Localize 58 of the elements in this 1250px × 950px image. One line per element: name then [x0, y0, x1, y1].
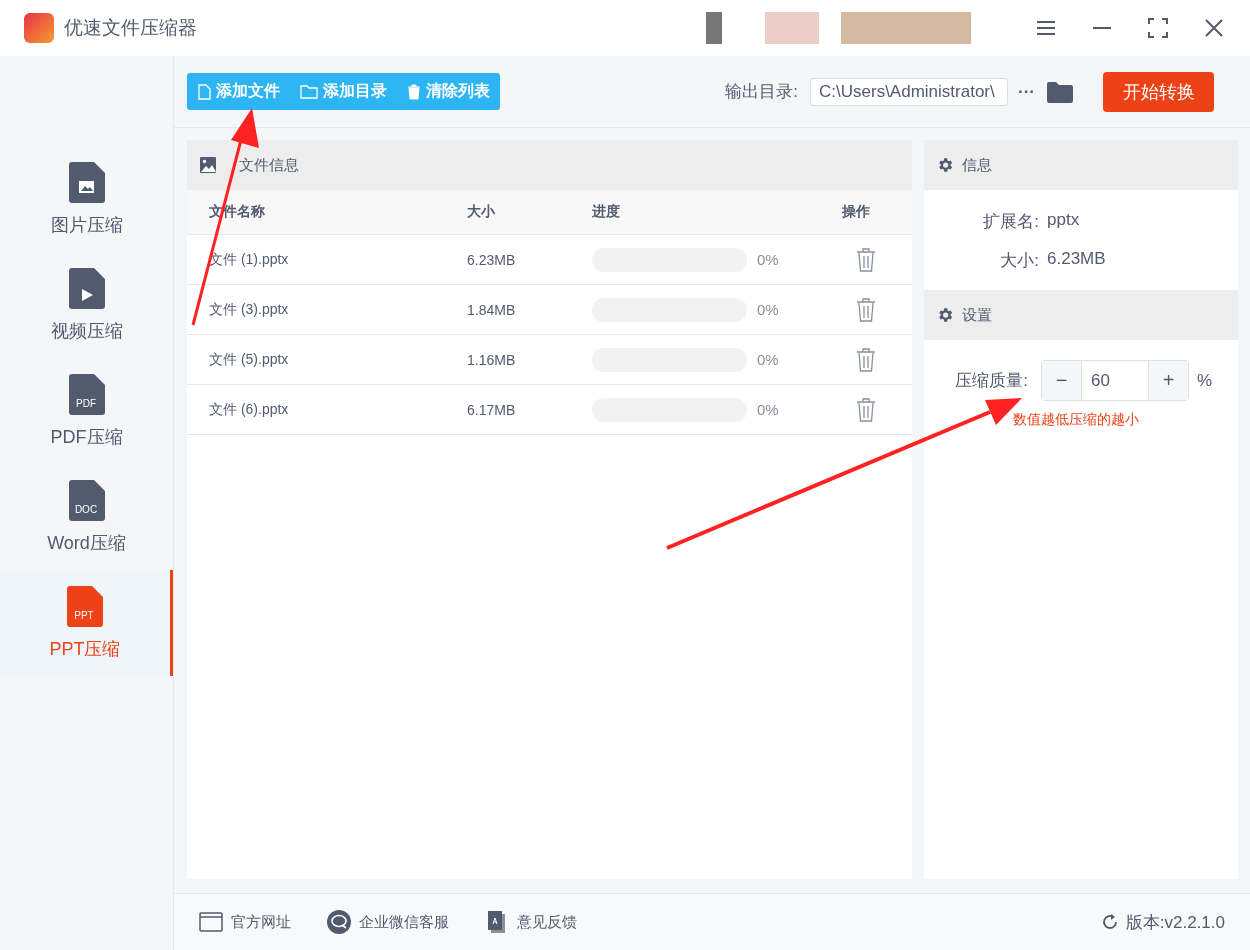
version-label: 版本:v2.2.1.0	[1125, 911, 1225, 934]
file-size: 6.17MB	[467, 401, 517, 418]
column-header: 进度	[592, 203, 621, 221]
browser-icon	[199, 910, 223, 934]
file-name: 文件 (5).pptx	[209, 350, 290, 369]
folder-icon	[300, 83, 318, 100]
sidebar-item[interactable]: 视频压缩	[0, 252, 173, 358]
column-header: 大小	[467, 203, 496, 221]
panel-title: 文件信息	[239, 155, 299, 175]
fullscreen-icon[interactable]	[1146, 16, 1170, 40]
app-logo	[24, 13, 54, 43]
field-label: 扩展名:	[982, 211, 1039, 233]
document-icon: DOC	[68, 479, 105, 521]
document-icon	[68, 161, 105, 203]
progress-percent: 0%	[757, 401, 779, 418]
field-label: 大小:	[999, 250, 1039, 272]
sidebar-item[interactable]: PDF PDF压缩	[0, 358, 173, 464]
progress-percent: 0%	[757, 351, 779, 368]
document-icon	[197, 83, 211, 100]
file-name: 文件 (6).pptx	[209, 400, 290, 419]
output-label: 输出目录:	[725, 81, 798, 103]
hint-text: 数值越低压缩的越小	[1013, 411, 1139, 429]
unit-label: %	[1197, 370, 1213, 391]
field-value: 6.23MB	[1047, 249, 1107, 270]
window-title: 优速文件压缩器	[64, 16, 197, 40]
trash-icon[interactable]	[856, 297, 876, 322]
footer-link[interactable]: 官方网址	[199, 910, 291, 934]
panel-title: 信息	[962, 155, 992, 175]
decrement-button[interactable]: −	[1042, 361, 1081, 400]
trash-icon[interactable]	[856, 347, 876, 372]
quality-label: 压缩质量:	[954, 370, 1029, 392]
panel-title: 设置	[962, 305, 992, 325]
folder-icon[interactable]	[1047, 80, 1073, 103]
field-value: pptx	[1047, 210, 1081, 231]
start-button[interactable]: 开始转换	[1103, 71, 1214, 112]
sidebar-item[interactable]: DOC Word压缩	[0, 464, 173, 570]
trash-icon	[407, 83, 421, 100]
increment-button[interactable]: +	[1149, 361, 1188, 400]
image-icon	[199, 156, 217, 174]
sidebar-item[interactable]: 图片压缩	[0, 146, 173, 252]
file-size: 6.23MB	[467, 251, 517, 268]
footer-link[interactable]: 意见反馈	[485, 910, 577, 934]
sidebar-item[interactable]: PPT PPT压缩	[0, 570, 173, 676]
output-path-field[interactable]: C:\Users\Administrator\	[810, 77, 1008, 106]
progress-percent: 0%	[757, 251, 779, 268]
document-icon: PPT	[67, 585, 103, 627]
column-header: 操作	[842, 203, 871, 221]
file-size: 1.84MB	[467, 301, 517, 318]
file-size: 1.16MB	[467, 351, 517, 368]
more-button[interactable]: ···	[1018, 81, 1035, 102]
document-icon	[68, 267, 105, 309]
chat-icon	[327, 910, 351, 934]
progress-percent: 0%	[757, 301, 779, 318]
footer-link[interactable]: 企业微信客服	[327, 910, 449, 934]
file-name: 文件 (3).pptx	[209, 300, 290, 319]
trash-icon[interactable]	[856, 247, 876, 272]
document-icon: PDF	[68, 373, 105, 415]
trash-icon[interactable]	[856, 397, 876, 422]
